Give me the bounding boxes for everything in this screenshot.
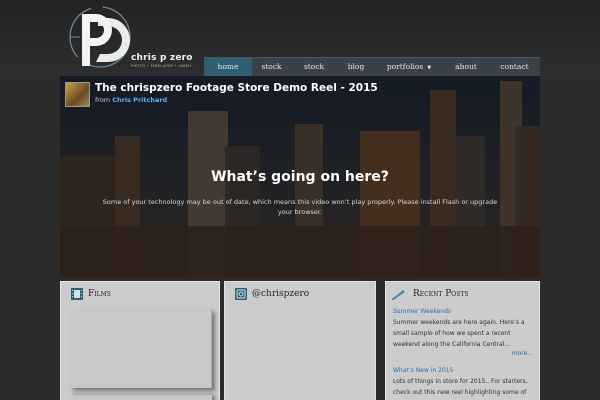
chevron-down-icon: ▼ xyxy=(427,65,432,71)
post-excerpt: Summer weekends are here again. Here’s a… xyxy=(393,319,525,348)
nav-stock-2[interactable]: stock xyxy=(291,58,337,76)
twitter-title[interactable]: @chrispzero xyxy=(252,289,309,299)
twitter-icon xyxy=(235,288,247,300)
nav-blog[interactable]: blog xyxy=(337,58,375,76)
nav-stock[interactable]: stock xyxy=(252,58,291,76)
brand-tagline: PHOTO • TIMELAPSE • VIDEO xyxy=(131,64,192,68)
post-excerpt: Lots of things in store for 2015.. For s… xyxy=(393,378,528,396)
video-player[interactable]: The chrispzero Footage Store Demo Reel -… xyxy=(60,76,540,277)
post-item: What’s New in 2015 Lots of things in sto… xyxy=(393,367,533,398)
nav-home[interactable]: home xyxy=(204,58,252,76)
film-thumbnail-2[interactable] xyxy=(70,395,212,400)
nav-portfolios[interactable]: portfolios ▼ xyxy=(375,58,443,76)
video-byline: from Chris Pritchard xyxy=(95,96,167,104)
post-title-link[interactable]: Summer Weekends xyxy=(393,308,533,315)
author-avatar[interactable] xyxy=(65,82,90,107)
films-title: Films xyxy=(88,289,111,299)
post-more-link[interactable]: more... xyxy=(393,350,533,357)
main-nav: home stock stock blog portfolios ▼ about … xyxy=(204,57,540,76)
flash-warning-heading: What’s going on here? xyxy=(211,169,389,185)
video-author-link[interactable]: Chris Pritchard xyxy=(112,96,167,104)
film-icon xyxy=(71,288,83,300)
site-header: chris p zero PHOTO • TIMELAPSE • VIDEO h… xyxy=(0,0,600,78)
nav-contact[interactable]: contact xyxy=(489,58,540,76)
film-thumbnail[interactable] xyxy=(70,309,212,388)
recent-posts-title: Recent Posts xyxy=(413,289,469,299)
flash-warning-text: Some of your technology may be out of da… xyxy=(102,198,498,216)
twitter-widget: @chrispzero xyxy=(224,281,376,400)
post-item: Summer Weekends Summer weekends are here… xyxy=(393,308,533,357)
video-title[interactable]: The chrispzero Footage Store Demo Reel -… xyxy=(95,82,378,94)
brand-name: chris p zero xyxy=(131,53,193,63)
nav-about[interactable]: about xyxy=(443,58,489,76)
pen-icon xyxy=(392,290,405,300)
films-widget: Films xyxy=(60,281,220,400)
recent-posts-widget: Recent Posts Summer Weekends Summer week… xyxy=(385,281,540,400)
video-from-label: from xyxy=(95,96,111,104)
post-title-link[interactable]: What’s New in 2015 xyxy=(393,367,533,374)
